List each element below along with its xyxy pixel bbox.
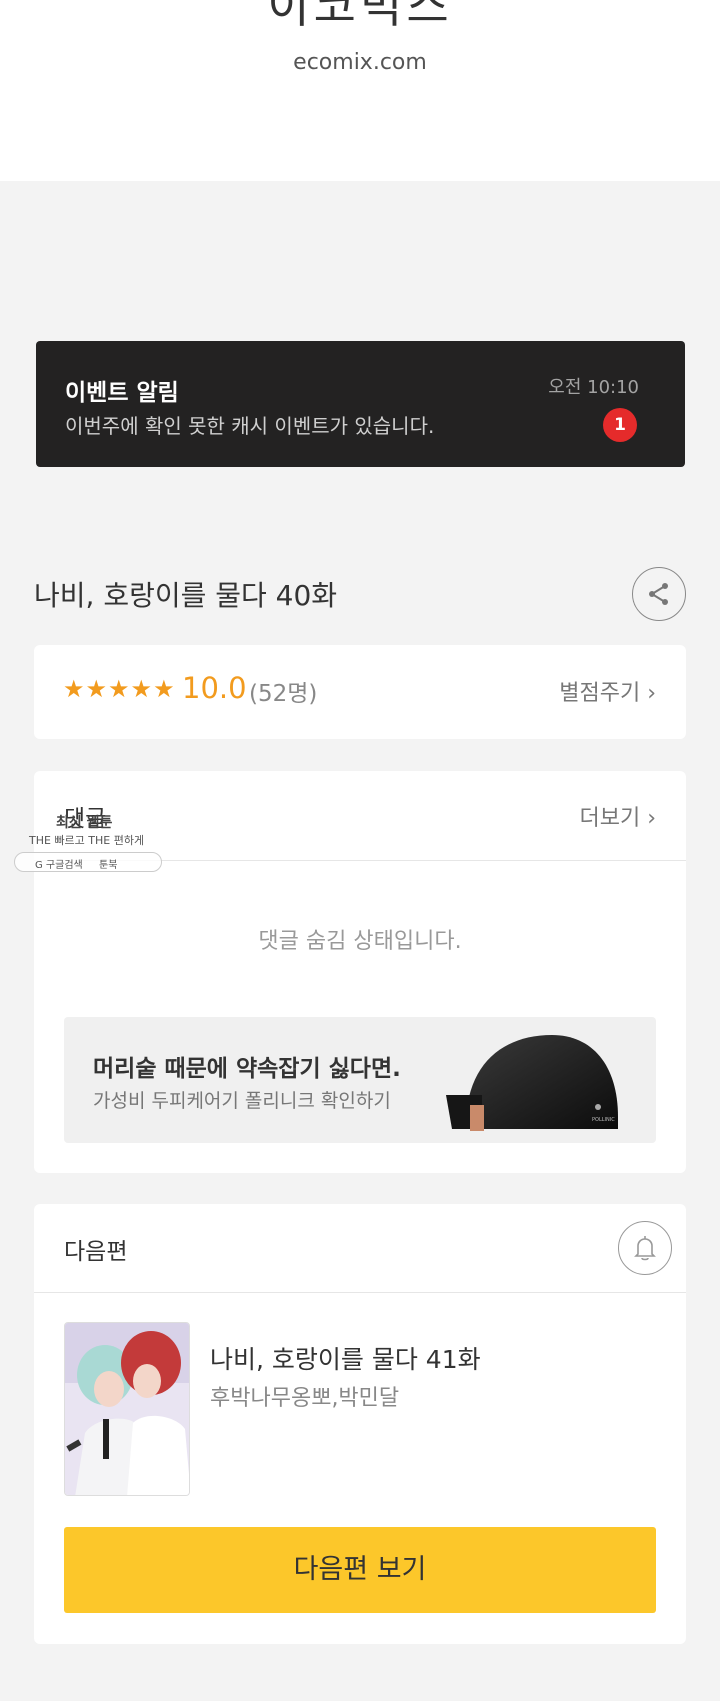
divider — [34, 1292, 686, 1293]
floating-promo-badge[interactable]: 최신 웹툰 THE 빠르고 THE 편하게 G 구글검색 툰북 — [14, 812, 162, 874]
ad-banner[interactable]: 머리숱 때문에 약속잡기 싫다면. 가성비 두피케어기 폴리니크 확인하기 PO… — [64, 1017, 656, 1143]
notification-title: 이벤트 알림 — [65, 380, 179, 406]
notification-text: 이번주에 확인 못한 캐시 이벤트가 있습니다. — [65, 414, 435, 438]
rating-card: ★★★★★ 10.0 (52명) 별점주기 › — [34, 645, 686, 739]
next-episode-title[interactable]: 나비, 호랑이를 물다 41화 — [210, 1340, 481, 1376]
helmet-product-image: POLLINIC — [446, 1035, 618, 1131]
comments-hidden-message: 댓글 숨김 상태입니다. — [258, 929, 462, 954]
next-episode-authors: 후박나무옹뽀,박민달 — [210, 1386, 400, 1411]
notification-count-badge: 1 — [603, 408, 637, 442]
comic-cover-image — [65, 1323, 189, 1495]
promo-line-2: THE 빠르고 THE 편하게 — [29, 834, 145, 847]
episode-title: 나비, 호랑이를 물다 40화 — [34, 579, 338, 612]
promo-line-1: 최신 웹툰 — [56, 815, 113, 831]
share-icon — [649, 583, 668, 605]
google-search-label: G 구글검색 — [35, 860, 83, 871]
notify-button[interactable] — [618, 1221, 672, 1275]
rating-stars: ★★★★★ — [63, 675, 176, 703]
ad-subtitle: 가성비 두피케어기 폴리니크 확인하기 — [93, 1090, 391, 1112]
next-episode-button[interactable]: 다음편 보기 — [64, 1527, 656, 1613]
comments-more-button[interactable]: 더보기 › — [579, 800, 656, 832]
share-button[interactable] — [632, 567, 686, 621]
notification-time: 오전 10:10 — [548, 377, 639, 398]
next-episode-heading: 다음편 — [64, 1239, 128, 1265]
next-episode-card: 다음편 나비, 호랑이를 물다 41화 후박나무옹뽀,박민달 다음편 보기 — [34, 1204, 686, 1644]
promo-pill[interactable]: G 구글검색 툰북 — [14, 852, 162, 872]
toonbook-label: 툰북 — [99, 860, 118, 871]
rating-score: 10.0 — [182, 671, 247, 705]
rating-count: (52명) — [249, 681, 318, 707]
site-logo[interactable]: 이코믹스 — [0, 0, 720, 36]
header-area: 이코믹스 ecomix.com — [0, 0, 720, 181]
bell-icon — [634, 1236, 656, 1261]
next-episode-thumbnail[interactable] — [64, 1322, 190, 1496]
event-notification[interactable]: 이벤트 알림 이번주에 확인 못한 캐시 이벤트가 있습니다. 오전 10:10… — [36, 341, 685, 467]
rate-button[interactable]: 별점주기 › — [559, 675, 656, 707]
brand-mark: POLLINIC — [592, 1117, 615, 1123]
site-url[interactable]: ecomix.com — [0, 50, 720, 75]
ad-title: 머리숱 때문에 약속잡기 싫다면. — [93, 1056, 401, 1082]
